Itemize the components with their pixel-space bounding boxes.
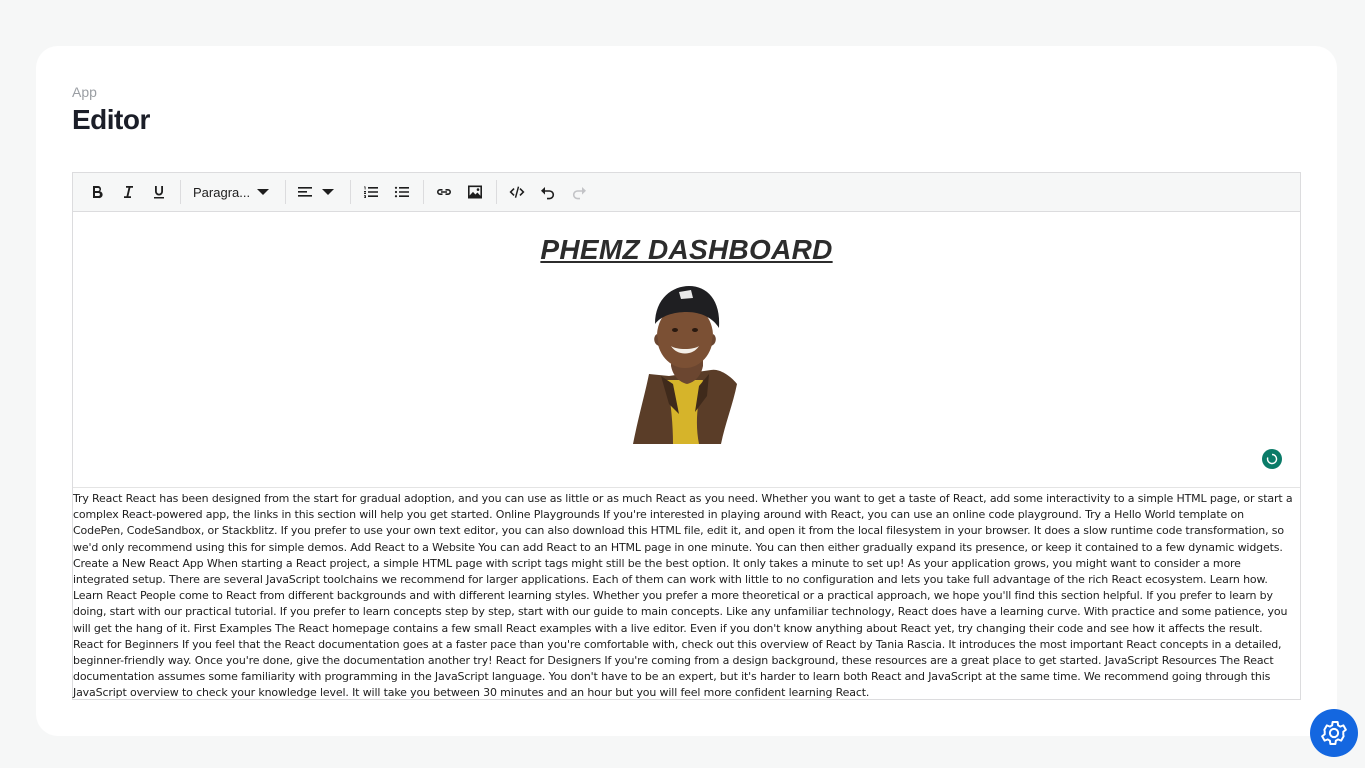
portrait-photo <box>633 286 737 444</box>
insert-link-button[interactable] <box>430 178 458 206</box>
underline-icon <box>154 186 164 199</box>
code-icon <box>509 186 525 198</box>
toolbar-divider <box>350 180 351 204</box>
link-icon <box>437 189 451 195</box>
toolbar-divider <box>423 180 424 204</box>
html-source-textarea[interactable]: Try React React has been designed from t… <box>73 488 1300 702</box>
align-select[interactable] <box>292 184 340 200</box>
align-left-icon <box>298 187 312 197</box>
chevron-down-icon <box>322 189 334 195</box>
image-icon <box>468 185 482 199</box>
rich-text-editor: Paragra... PHEMZ DASHBOARD Try React Rea… <box>72 172 1301 700</box>
toolbar-divider <box>496 180 497 204</box>
redo-button[interactable] <box>565 178 593 206</box>
editor-card: App Editor Paragra... PHEMZ DASHBOARD Tr… <box>36 46 1337 736</box>
underline-button[interactable] <box>145 178 173 206</box>
italic-icon <box>124 186 133 198</box>
editor-toolbar: Paragra... <box>73 173 1300 212</box>
editor-content-area[interactable]: PHEMZ DASHBOARD <box>73 212 1300 488</box>
source-code-button[interactable] <box>503 178 531 206</box>
sync-status-icon[interactable] <box>1262 449 1282 469</box>
ordered-list-button[interactable] <box>357 178 385 206</box>
bold-button[interactable] <box>83 178 111 206</box>
block-format-select[interactable]: Paragra... <box>187 178 275 206</box>
bold-icon <box>93 186 103 199</box>
document-heading: PHEMZ DASHBOARD <box>540 234 833 265</box>
bullet-list-icon <box>394 186 409 198</box>
undo-button[interactable] <box>534 178 562 206</box>
bullet-list-button[interactable] <box>388 178 416 206</box>
italic-button[interactable] <box>114 178 142 206</box>
breadcrumb[interactable]: App <box>72 84 97 100</box>
gear-icon <box>1321 721 1347 745</box>
toolbar-divider <box>180 180 181 204</box>
redo-icon <box>572 187 586 200</box>
ordered-list-icon <box>364 186 378 198</box>
toolbar-divider <box>285 180 286 204</box>
insert-image-button[interactable] <box>461 178 489 206</box>
spinner-icon <box>1266 453 1278 465</box>
settings-button[interactable] <box>1310 709 1358 757</box>
undo-icon <box>541 187 555 200</box>
page-title: Editor <box>72 104 150 135</box>
block-format-label: Paragra... <box>193 184 249 200</box>
chevron-down-icon <box>257 189 269 195</box>
